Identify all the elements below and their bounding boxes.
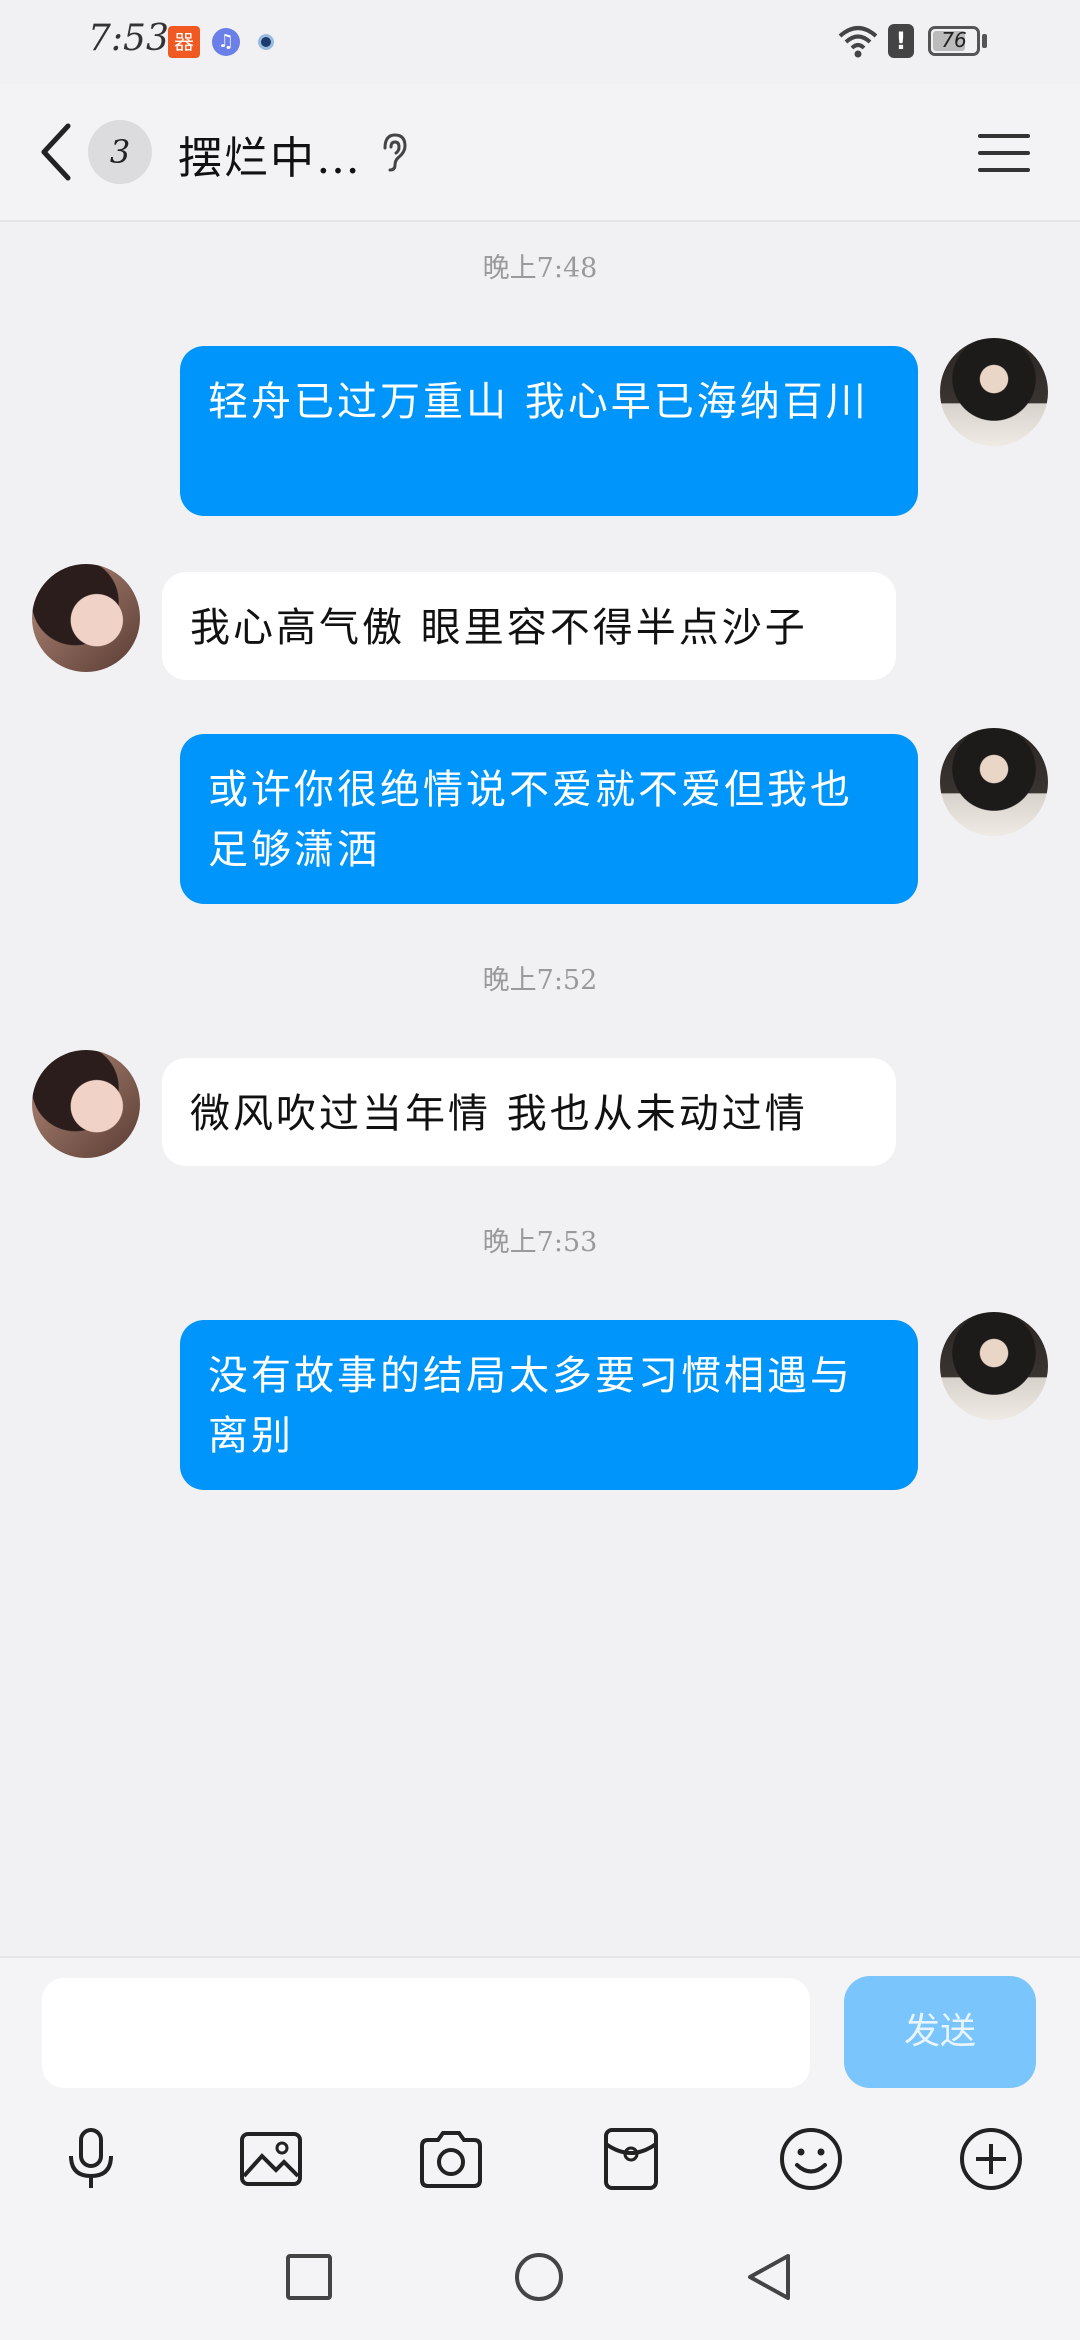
outgoing-message-bubble[interactable]: 轻舟已过万重山 我心早已海纳百川 <box>180 346 918 516</box>
status-time: 7:53 <box>88 18 169 59</box>
battery-level: 76 <box>941 28 967 52</box>
battery-icon: 76 <box>928 26 980 56</box>
message-input[interactable] <box>42 1978 810 2088</box>
outgoing-message-bubble[interactable]: 没有故事的结局太多要习惯相遇与离别 <box>180 1320 918 1490</box>
self-avatar[interactable] <box>940 728 1048 836</box>
battery-tip <box>982 34 987 48</box>
back-icon[interactable] <box>36 120 76 184</box>
outgoing-message-bubble[interactable]: 或许你很绝情说不爱就不爱但我也足够潇洒 <box>180 734 918 904</box>
emoji-icon[interactable] <box>776 2124 846 2194</box>
unread-badge[interactable]: 3 <box>88 120 152 184</box>
ear-icon[interactable] <box>378 132 408 172</box>
camera-dot-icon <box>258 34 274 50</box>
self-avatar[interactable] <box>940 1312 1048 1420</box>
contact-avatar[interactable] <box>32 1050 140 1158</box>
microphone-icon[interactable] <box>56 2124 126 2194</box>
image-icon[interactable] <box>236 2124 306 2194</box>
self-avatar[interactable] <box>940 338 1048 446</box>
red-packet-icon[interactable] <box>596 2124 666 2194</box>
send-button[interactable]: 发送 <box>844 1976 1036 2088</box>
camera-icon[interactable] <box>416 2124 486 2194</box>
wifi-icon <box>838 26 878 58</box>
calendar-app-icon: 器 <box>168 26 200 58</box>
alert-icon: ! <box>888 24 914 58</box>
input-toolbar <box>0 2106 1080 2206</box>
recents-icon[interactable] <box>284 2252 334 2302</box>
back-nav-icon[interactable] <box>744 2252 794 2302</box>
system-nav-bar <box>0 2206 1080 2340</box>
incoming-message-bubble[interactable]: 微风吹过当年情 我也从未动过情 <box>162 1058 896 1166</box>
contact-avatar[interactable] <box>32 564 140 672</box>
message-timestamp: 晚上7:53 <box>482 1227 598 1258</box>
message-timestamp: 晚上7:48 <box>482 253 598 284</box>
home-icon[interactable] <box>514 2252 564 2302</box>
chat-title: 摆烂中… <box>178 133 362 184</box>
plus-icon[interactable] <box>956 2124 1026 2194</box>
menu-icon[interactable] <box>978 132 1030 174</box>
chat-header: 3 摆烂中… <box>0 84 1080 222</box>
status-bar: 7:53 器 ♫ ! 76 <box>0 0 1080 84</box>
incoming-message-bubble[interactable]: 我心高气傲 眼里容不得半点沙子 <box>162 572 896 680</box>
music-app-icon: ♫ <box>212 28 240 56</box>
message-timestamp: 晚上7:52 <box>482 965 598 996</box>
message-input-bar: 发送 <box>0 1956 1080 2108</box>
